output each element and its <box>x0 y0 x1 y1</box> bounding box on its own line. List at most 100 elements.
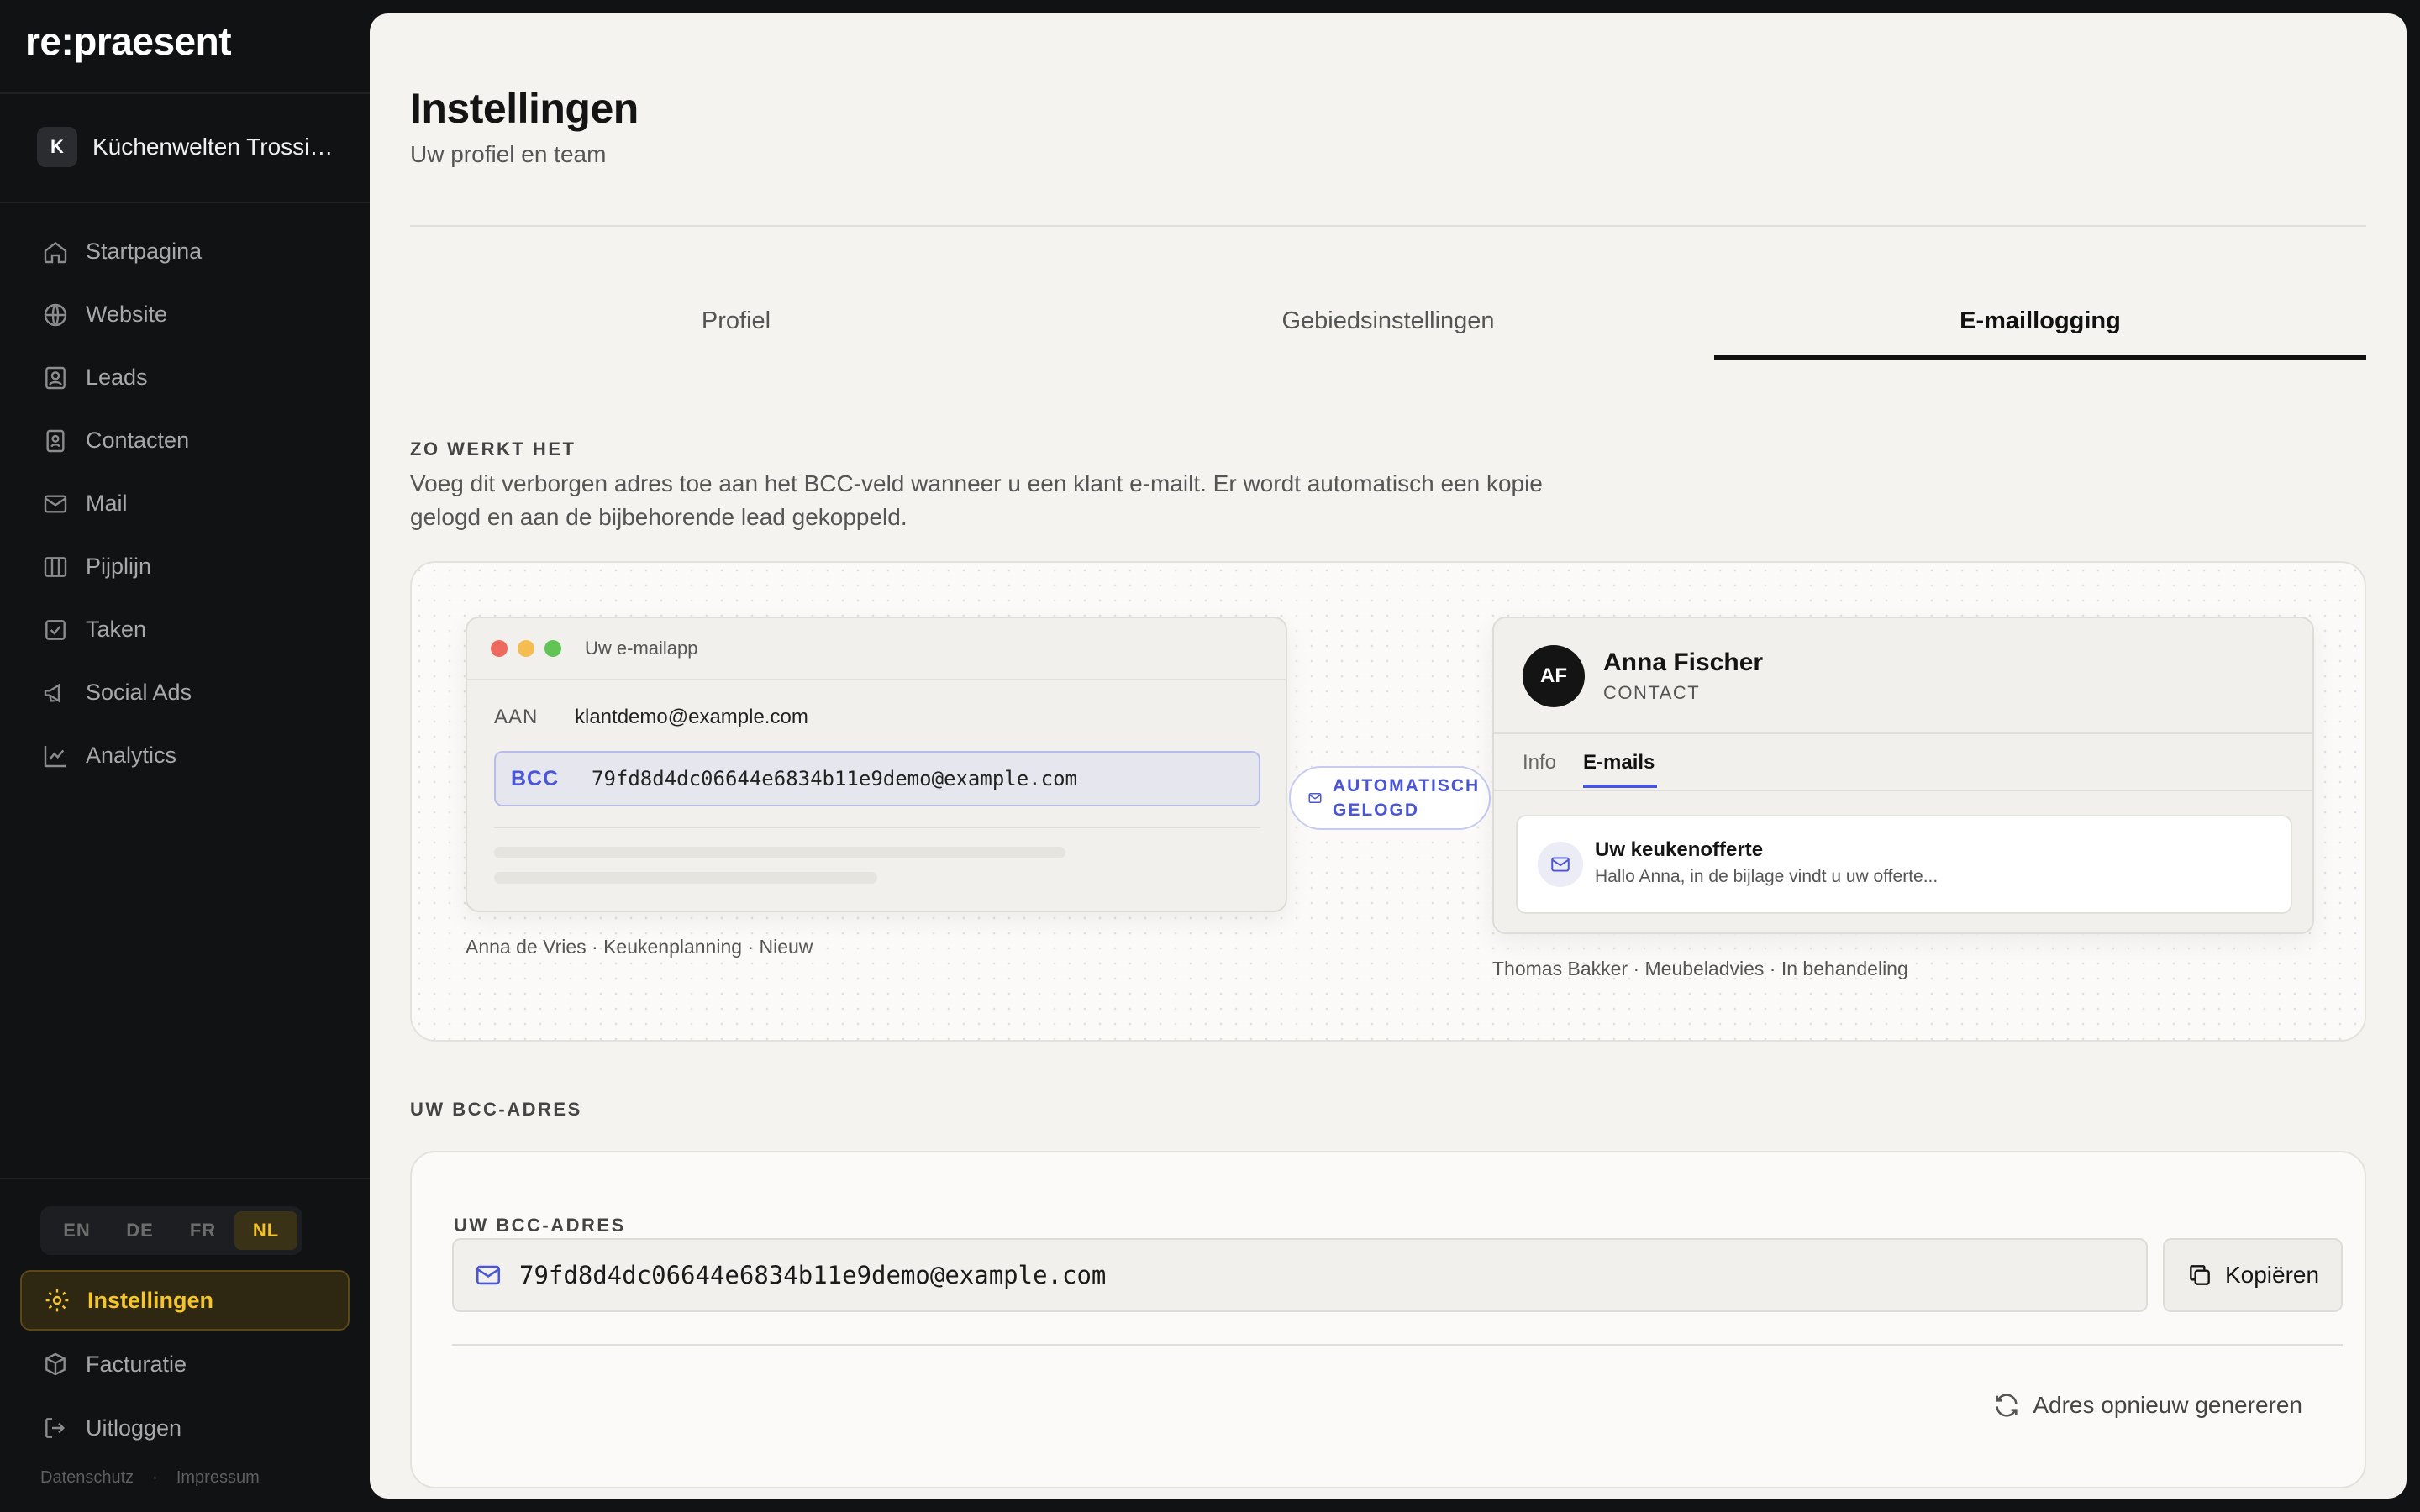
crm-divider <box>1494 732 2312 734</box>
bcc-value: 79fd8d4dc06644e6834b11e9demo@example.com <box>592 767 1077 790</box>
sidebar-item-label: Leads <box>86 365 148 390</box>
to-label: AAN <box>494 706 539 728</box>
refresh-icon <box>1996 1394 2018 1417</box>
email-preview: Hallo Anna, in de bijlage vindt u uw off… <box>1595 867 1939 886</box>
bcc-section-label: UW BCC-ADRES <box>410 1099 582 1120</box>
contact-name: Anna Fischer <box>1603 648 1764 676</box>
lang-option-nl[interactable]: NL <box>234 1211 297 1250</box>
main-panel: Instellingen Uw profiel en team Profiel … <box>370 13 2407 1499</box>
workspace-name: Küchenwelten Trossingen <box>92 134 345 160</box>
email-subject: Uw keukenofferte <box>1595 838 1764 861</box>
lang-option-en[interactable]: EN <box>45 1211 108 1250</box>
crm-tab-indicator <box>1583 785 1657 788</box>
bcc-address-value: 79fd8d4dc06644e6834b11e9demo@example.com <box>519 1261 1107 1289</box>
tab-e-maillogging[interactable]: E-maillogging <box>1714 282 2366 360</box>
sidebar-item-label: Website <box>86 302 168 327</box>
sidebar-item-instellingen[interactable]: Instellingen <box>20 1270 350 1331</box>
auto-logged-line: GELOGD <box>1333 801 1420 820</box>
privacy-link[interactable]: Datenschutz <box>40 1468 134 1488</box>
sidebar-item-label: Analytics <box>86 743 177 768</box>
bcc-divider <box>452 1344 2343 1346</box>
crm-tab-info: Info <box>1523 751 1557 774</box>
lang-option-fr[interactable]: FR <box>171 1211 234 1250</box>
sidebar-item-label: Uitloggen <box>86 1415 182 1441</box>
placeholder-line <box>494 872 877 884</box>
sidebar-item-contacten[interactable]: Contacten <box>20 409 350 472</box>
language-switcher: EN DE FR NL <box>40 1206 302 1255</box>
mail-icon <box>44 494 67 513</box>
workspace-switcher[interactable]: K Küchenwelten Trossingen <box>37 126 348 168</box>
sidebar-item-label: Startpagina <box>86 239 203 264</box>
minimize-dot-icon <box>518 640 534 657</box>
sidebar-item-mail[interactable]: Mail <box>20 472 350 535</box>
columns-icon <box>44 556 67 577</box>
regenerate-address-button[interactable]: Adres opnieuw genereren <box>1992 1391 2302 1420</box>
copy-icon <box>2190 1265 2210 1285</box>
bottom-nav: Instellingen Facturatie Uitloggen <box>20 1270 350 1462</box>
megaphone-icon <box>44 683 60 702</box>
mail-icon <box>476 1265 501 1285</box>
copy-button-label: Kopiëren <box>2224 1262 2320 1288</box>
sidebar-item-leads[interactable]: Leads <box>20 346 350 409</box>
imprint-link[interactable]: Impressum <box>176 1468 260 1488</box>
right-caption: Thomas Bakker · Meubeladvies · In behand… <box>1492 958 1908 979</box>
sidebar-item-label: Taken <box>86 617 147 642</box>
bcc-address-field[interactable]: 79fd8d4dc06644e6834b11e9demo@example.com <box>452 1238 2148 1312</box>
sidebar: re:praesent K Küchenwelten Trossingen St… <box>0 0 370 1512</box>
sidebar-item-label: Facturatie <box>86 1351 187 1377</box>
auto-logged-line: AUTOMATISCH <box>1333 776 1481 795</box>
mail-app-titlebar: Uw e-mailapp <box>467 618 1286 680</box>
sidebar-item-label: Social Ads <box>86 680 192 705</box>
contact-role: CONTACT <box>1603 682 1701 703</box>
lang-option-de[interactable]: DE <box>108 1211 171 1250</box>
bcc-address-card: UW BCC-ADRES 79fd8d4dc06644e6834b11e9dem… <box>410 1151 2366 1488</box>
sidebar-divider <box>0 202 370 203</box>
tab-profiel[interactable]: Profiel <box>410 282 1062 360</box>
sidebar-item-website[interactable]: Website <box>20 283 350 346</box>
sidebar-divider <box>0 1178 370 1179</box>
sidebar-item-label: Contacten <box>86 428 190 453</box>
footer-links: Datenschutz · Impressum <box>40 1468 260 1488</box>
logout-button[interactable]: Uitloggen <box>20 1398 350 1458</box>
sidebar-item-label: Instellingen <box>87 1287 214 1313</box>
logged-email-item: Uw keukenofferte Hallo Anna, in de bijla… <box>1516 815 2292 914</box>
auto-logged-badge: AUTOMATISCH GELOGD <box>1289 766 1491 830</box>
bcc-label: BCC <box>511 766 560 790</box>
how-it-works-text: Voeg dit verborgen adres toe aan het BCC… <box>410 470 1543 530</box>
sidebar-item-analytics[interactable]: Analytics <box>20 724 350 787</box>
copy-button[interactable]: Kopiëren <box>2163 1238 2343 1312</box>
checkbox-icon <box>45 619 66 640</box>
footer-separator: · <box>152 1468 158 1487</box>
auto-logged-text: AUTOMATISCH GELOGD <box>1333 774 1480 822</box>
how-it-works-illustration: Uw e-mailapp AAN klantdemo@example.com B… <box>410 561 2366 1042</box>
mail-icon <box>1308 793 1322 803</box>
sidebar-item-startpagina[interactable]: Startpagina <box>20 220 350 283</box>
sidebar-item-social-ads[interactable]: Social Ads <box>20 661 350 724</box>
home-icon <box>44 241 67 263</box>
crm-tab-emails: E-mails <box>1583 751 1655 774</box>
crm-divider <box>1494 790 2312 791</box>
package-icon <box>45 1352 66 1376</box>
sidebar-item-label: Mail <box>86 491 128 516</box>
page-subtitle: Uw profiel en team <box>410 141 607 167</box>
contact-card-icon <box>45 366 66 389</box>
to-value: klantdemo@example.com <box>575 706 808 728</box>
logout-icon <box>45 1418 66 1438</box>
address-book-icon <box>46 429 65 452</box>
crm-contact-mockup: AF Anna Fischer CONTACT Info E-mails Uw … <box>1492 617 2314 934</box>
sidebar-item-taken[interactable]: Taken <box>20 598 350 661</box>
to-row: AAN klantdemo@example.com <box>494 706 808 729</box>
main-nav: Startpagina Website Leads Contacten Mail… <box>20 220 350 787</box>
bcc-field-label: UW BCC-ADRES <box>454 1215 626 1236</box>
close-dot-icon <box>491 640 508 657</box>
tab-gebiedsinstellingen[interactable]: Gebiedsinstellingen <box>1062 282 1714 360</box>
header-divider <box>410 225 2366 227</box>
sidebar-item-facturatie[interactable]: Facturatie <box>20 1334 350 1394</box>
sidebar-item-pijplijn[interactable]: Pijplijn <box>20 535 350 598</box>
settings-tabs: Profiel Gebiedsinstellingen E-mailloggin… <box>410 282 2366 360</box>
brand-logo[interactable]: re:praesent <box>25 18 232 64</box>
globe-icon <box>44 303 67 326</box>
workspace-avatar: K <box>37 127 77 167</box>
maximize-dot-icon <box>544 640 561 657</box>
mail-app-title: Uw e-mailapp <box>585 638 698 659</box>
